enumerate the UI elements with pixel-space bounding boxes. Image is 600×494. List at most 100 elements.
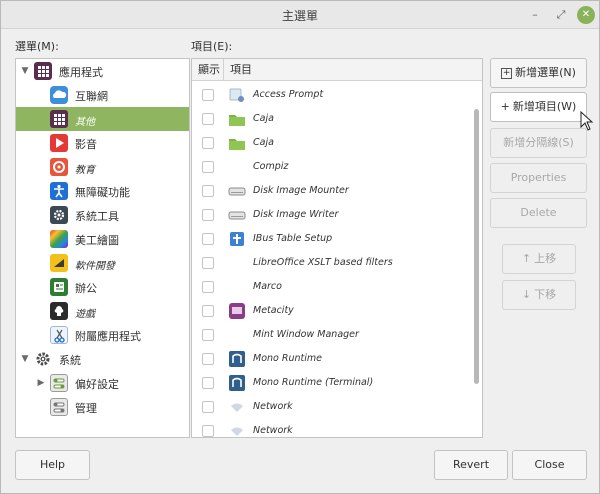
- arrow-up-icon: ↑: [521, 252, 532, 265]
- table-row[interactable]: Mono Runtime: [192, 348, 472, 372]
- column-header-show[interactable]: 顯示: [192, 59, 224, 81]
- move-down-button[interactable]: ↓ 下移: [502, 280, 576, 310]
- title-bar[interactable]: 主選單 – ⤢ ✕: [1, 1, 599, 29]
- show-checkbox[interactable]: [202, 401, 214, 413]
- table-row[interactable]: Disk Image Writer: [192, 204, 472, 228]
- maximize-icon[interactable]: ⤢: [552, 6, 570, 24]
- table-row[interactable]: Access Prompt: [192, 84, 472, 108]
- column-header-item[interactable]: 項目: [224, 59, 482, 81]
- games-icon: [50, 302, 68, 320]
- office-icon: [50, 278, 68, 296]
- show-checkbox[interactable]: [202, 113, 214, 125]
- item-name: Caja: [253, 113, 274, 124]
- tree-row-system-tools[interactable]: 系統工具: [16, 203, 189, 227]
- show-checkbox[interactable]: [202, 425, 214, 437]
- tree-row-accessories[interactable]: 附屬應用程式: [16, 323, 189, 347]
- tree-row-preferences[interactable]: ▶ 偏好設定: [16, 371, 189, 395]
- item-name: Metacity: [253, 305, 294, 316]
- tree-label-preferences: 偏好設定: [75, 378, 119, 391]
- delete-button[interactable]: Delete: [490, 198, 587, 228]
- tree-row-accessibility[interactable]: 無障礙功能: [16, 179, 189, 203]
- table-row[interactable]: Network: [192, 420, 472, 437]
- table-row[interactable]: Marco: [192, 276, 472, 300]
- expand-arrow-icon[interactable]: ▼: [20, 354, 30, 364]
- properties-button[interactable]: Properties: [490, 163, 587, 193]
- show-checkbox[interactable]: [202, 161, 214, 173]
- item-name: Disk Image Mounter: [253, 185, 349, 196]
- disk-icon: [228, 206, 246, 224]
- table-row[interactable]: Metacity: [192, 300, 472, 324]
- item-name: Mono Runtime: [253, 353, 322, 364]
- system-gear-icon: [34, 350, 52, 368]
- revert-button[interactable]: Revert: [434, 450, 508, 480]
- items-label: 項目(E):: [191, 40, 233, 53]
- folder-icon: [228, 134, 246, 152]
- item-name: Access Prompt: [253, 89, 324, 100]
- new-separator-button[interactable]: 新增分隔線(S): [490, 128, 587, 158]
- table-row[interactable]: Disk Image Mounter: [192, 180, 472, 204]
- scrollbar[interactable]: [474, 109, 479, 384]
- show-checkbox[interactable]: [202, 233, 214, 245]
- menu-tree[interactable]: ▼ 應用程式 互聯網 其他 影音 教育 無障礙功能 系統工具 美工繪圖 軟件開發…: [15, 58, 190, 438]
- tree-label-multimedia: 影音: [75, 138, 97, 151]
- accessibility-icon: [50, 182, 68, 200]
- show-checkbox[interactable]: [202, 209, 214, 221]
- close-icon[interactable]: ✕: [577, 6, 595, 24]
- show-checkbox[interactable]: [202, 89, 214, 101]
- tree-row-internet[interactable]: 互聯網: [16, 83, 189, 107]
- ibus-icon: [228, 230, 246, 248]
- disk-icon: [228, 182, 246, 200]
- tree-row-multimedia[interactable]: 影音: [16, 131, 189, 155]
- table-row[interactable]: Caja: [192, 108, 472, 132]
- table-row[interactable]: Mono Runtime (Terminal): [192, 372, 472, 396]
- item-name: Mint Window Manager: [253, 329, 359, 340]
- new-menu-button[interactable]: + 新增選單(N): [490, 58, 587, 88]
- tree-row-office[interactable]: 辦公: [16, 275, 189, 299]
- preferences-icon: [50, 374, 68, 392]
- tree-row-administration[interactable]: 管理: [16, 395, 189, 419]
- tree-row-other[interactable]: 其他: [16, 107, 189, 131]
- table-row[interactable]: Network: [192, 396, 472, 420]
- collapse-arrow-icon[interactable]: ▶: [36, 378, 46, 388]
- show-checkbox[interactable]: [202, 353, 214, 365]
- mono-icon: [228, 374, 246, 392]
- show-checkbox[interactable]: [202, 185, 214, 197]
- show-checkbox[interactable]: [202, 281, 214, 293]
- applications-icon: [34, 62, 52, 80]
- mouse-cursor-icon: [580, 111, 594, 131]
- table-row[interactable]: IBus Table Setup: [192, 228, 472, 252]
- item-name: Network: [253, 401, 293, 412]
- tree-label-graphics: 美工繪圖: [75, 234, 119, 247]
- show-checkbox[interactable]: [202, 257, 214, 269]
- move-up-button[interactable]: ↑ 上移: [502, 244, 576, 274]
- metacity-icon: [228, 302, 246, 320]
- table-row[interactable]: Mint Window Manager: [192, 324, 472, 348]
- tree-row-education[interactable]: 教育: [16, 155, 189, 179]
- table-row[interactable]: Compiz: [192, 156, 472, 180]
- tree-row-applications[interactable]: ▼ 應用程式: [16, 59, 189, 83]
- table-row[interactable]: LibreOffice XSLT based filters: [192, 252, 472, 276]
- show-checkbox[interactable]: [202, 329, 214, 341]
- items-table[interactable]: 顯示 項目 Access Prompt Caja Caja Compiz Dis…: [191, 58, 483, 438]
- cloud-icon: [50, 86, 68, 104]
- show-checkbox[interactable]: [202, 305, 214, 317]
- table-row[interactable]: Caja: [192, 132, 472, 156]
- new-item-button[interactable]: + 新增項目(W): [490, 92, 587, 122]
- item-name: Compiz: [253, 161, 289, 172]
- minimize-icon[interactable]: –: [526, 6, 544, 24]
- tree-row-games[interactable]: 遊戲: [16, 299, 189, 323]
- show-checkbox[interactable]: [202, 377, 214, 389]
- development-icon: [50, 254, 68, 272]
- close-button[interactable]: Close: [512, 450, 587, 480]
- tree-row-system[interactable]: ▼ 系統: [16, 347, 189, 371]
- help-button[interactable]: Help: [15, 450, 90, 480]
- window-title: 主選單: [281, 9, 318, 23]
- tree-row-development[interactable]: 軟件開發: [16, 251, 189, 275]
- show-checkbox[interactable]: [202, 137, 214, 149]
- network-icon: [228, 398, 246, 416]
- tree-label-accessories: 附屬應用程式: [75, 330, 141, 343]
- tree-row-graphics[interactable]: 美工繪圖: [16, 227, 189, 251]
- expand-arrow-icon[interactable]: ▼: [20, 66, 30, 76]
- item-name: LibreOffice XSLT based filters: [253, 257, 393, 268]
- item-name: Network: [253, 425, 293, 436]
